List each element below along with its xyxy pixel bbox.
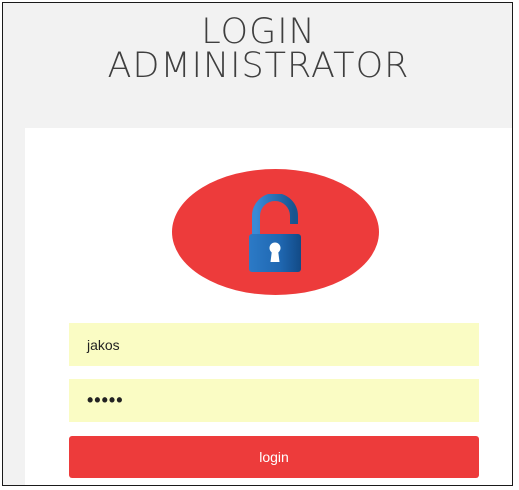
login-frame: LOGIN ADMINISTRATOR jakos ••••• login bbox=[2, 2, 513, 486]
page-title-line2: ADMINISTRATOR bbox=[107, 46, 410, 86]
padlock-open-icon bbox=[249, 194, 301, 272]
page-title: LOGIN ADMINISTRATOR bbox=[3, 12, 512, 86]
lock-badge bbox=[172, 169, 379, 295]
login-card: jakos ••••• login bbox=[25, 128, 512, 485]
page-title-line1: LOGIN bbox=[201, 12, 316, 52]
password-field[interactable]: ••••• bbox=[69, 379, 479, 422]
login-button[interactable]: login bbox=[69, 436, 479, 478]
username-field[interactable]: jakos bbox=[69, 323, 479, 366]
